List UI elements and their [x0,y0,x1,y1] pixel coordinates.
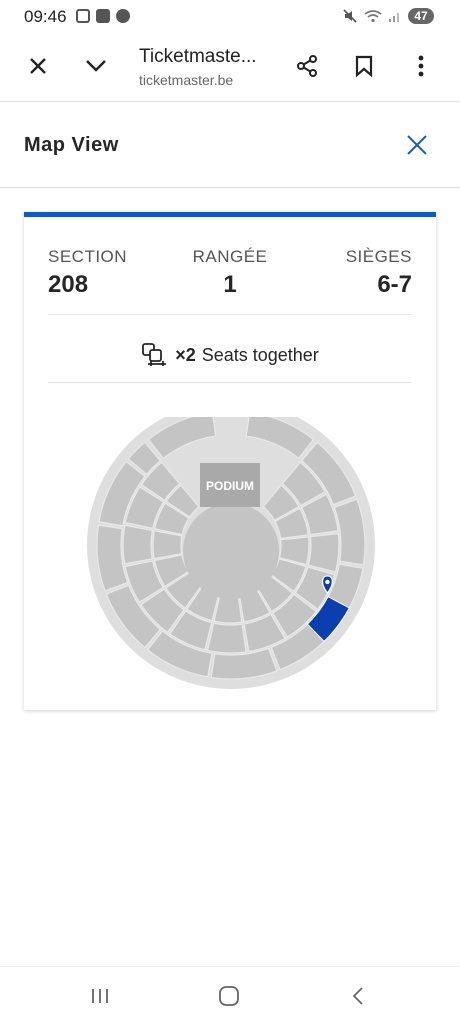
home-icon [219,986,239,1006]
minimize-button[interactable] [78,48,114,84]
page-url[interactable]: ticketmaster.be [139,72,233,88]
seats-info: SIÈGES 6-7 [346,247,412,299]
screenshot-icon [76,9,90,23]
close-icon [30,58,46,74]
chevron-down-icon [86,60,106,72]
seats-together-count: ×2 [175,344,196,365]
check-icon [96,9,110,23]
page-title[interactable]: Ticketmaste... [139,46,257,68]
system-nav-bar [0,966,460,1024]
close-tab-button[interactable] [20,48,56,84]
floor-area [183,503,279,599]
more-vert-icon [418,55,424,77]
divider [48,382,412,383]
location-pin-dot [325,579,330,585]
back-icon [352,987,363,1005]
seats-value: 6-7 [377,271,412,298]
seating-section [152,530,183,560]
battery-indicator: 47 [408,8,434,24]
status-right: 47 [342,8,434,24]
mute-icon [343,9,357,23]
share-button[interactable] [289,48,325,84]
recent-apps-button[interactable] [85,983,115,1009]
browser-toolbar: Ticketmaste... ticketmaster.be [0,34,460,102]
wifi-icon [364,10,382,23]
status-notification-icons [76,9,130,23]
divider [48,314,412,315]
seats-together-icon [142,343,167,366]
recent-apps-icon [92,989,108,1003]
seats-together-text: Seats together [201,344,319,365]
map-view-title: Map View [24,134,119,156]
close-icon[interactable] [404,132,430,158]
back-button[interactable] [343,983,373,1009]
map-view-header: Map View [0,102,460,188]
seats-label: SIÈGES [345,247,412,266]
share-icon [297,55,317,77]
status-bar: 09:46 47 [0,0,460,34]
seats-together: ×2 Seats together [24,337,436,373]
home-button[interactable] [214,983,244,1009]
seating-section [122,524,154,565]
seating-section [307,533,340,573]
status-time: 09:46 [24,7,67,26]
seating-section [206,622,247,654]
signal-icon [389,13,399,22]
bookmark-button[interactable] [346,48,382,84]
ticket-card: SECTION 208 RANGÉE 1 SIÈGES 6-7 ×2 Seats… [24,212,436,710]
more-options-button[interactable] [403,48,439,84]
venue-map[interactable]: PODIUM [24,417,436,707]
app-icon [116,9,130,23]
stage-label: PODIUM [206,479,254,493]
bookmark-icon [355,55,373,77]
